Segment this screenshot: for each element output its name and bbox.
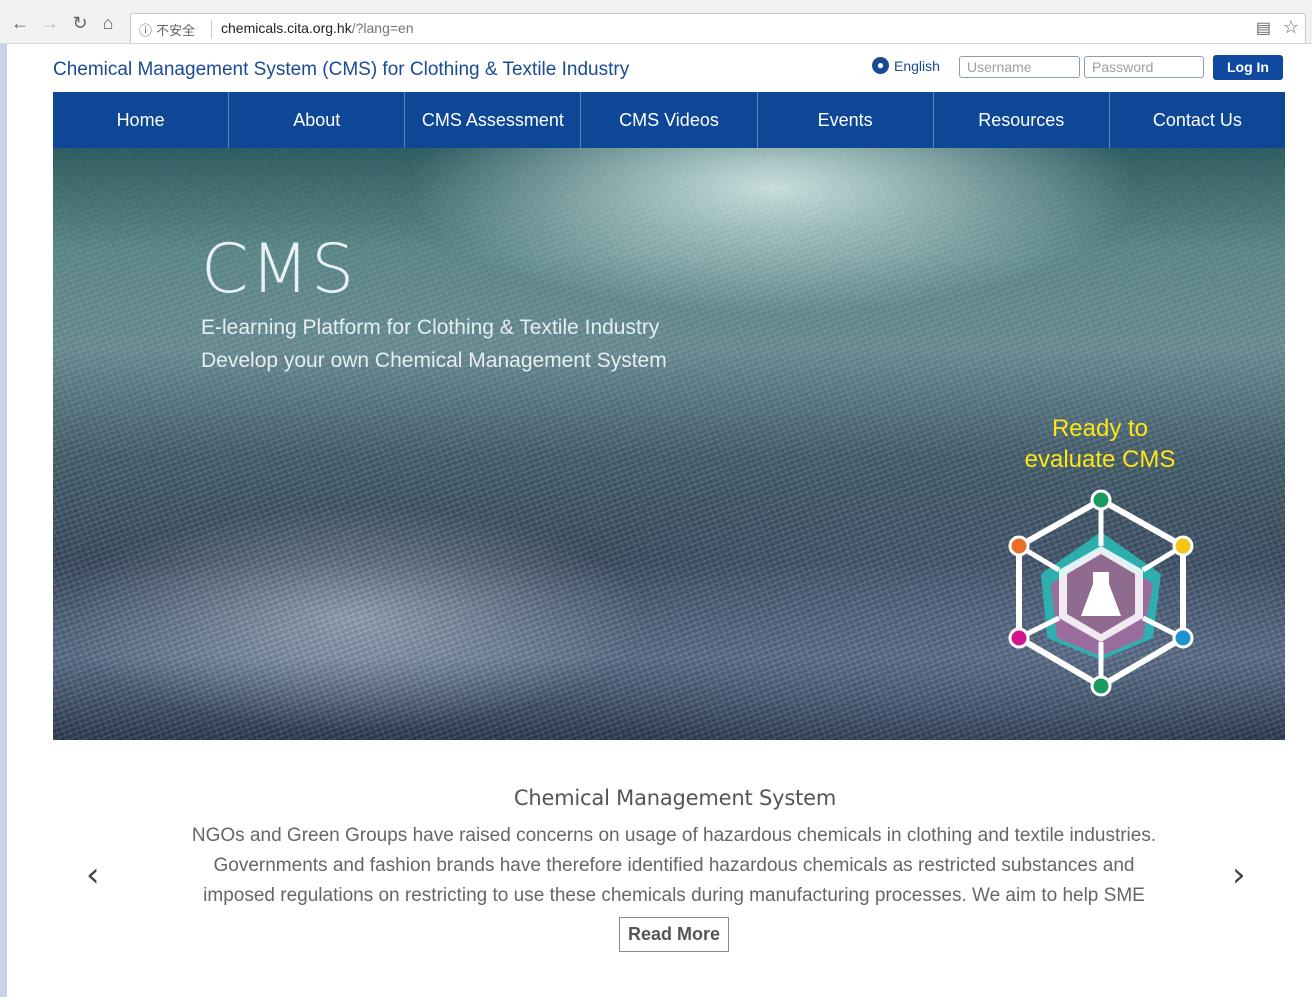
carousel-title: Chemical Management System bbox=[513, 786, 837, 810]
carousel-text: NGOs and Green Groups have raised concer… bbox=[168, 821, 1180, 911]
username-input[interactable] bbox=[959, 56, 1080, 78]
main-nav: Home About CMS Assessment CMS Videos Eve… bbox=[53, 92, 1285, 148]
cms-assessment-badge[interactable] bbox=[1003, 488, 1199, 711]
language-selector[interactable]: ● English bbox=[872, 57, 940, 74]
bookmark-star-icon[interactable]: ☆ bbox=[1283, 17, 1299, 38]
read-more-button[interactable]: Read More bbox=[619, 917, 729, 952]
carousel-text-line-1: NGOs and Green Groups have raised concer… bbox=[191, 825, 1157, 846]
home-icon[interactable]: ⌂ bbox=[98, 13, 118, 33]
nav-item-resources[interactable]: Resources bbox=[934, 92, 1110, 148]
hero-subtitle-2: Develop your own Chemical Management Sys… bbox=[201, 349, 667, 372]
nav-item-events[interactable]: Events bbox=[758, 92, 934, 148]
nav-item-about[interactable]: About bbox=[229, 92, 406, 148]
language-label: English bbox=[894, 57, 940, 74]
hero-heading: CMS bbox=[201, 230, 357, 309]
back-icon[interactable]: ← bbox=[10, 13, 30, 33]
site-title[interactable]: Chemical Management System (CMS) for Clo… bbox=[53, 59, 629, 81]
carousel-next-icon[interactable]: › bbox=[1232, 858, 1246, 892]
cta-line-2: evaluate CMS bbox=[1024, 446, 1176, 473]
url-path: /?lang=en bbox=[351, 20, 414, 36]
carousel-text-line-2: Governments and fashion brands have ther… bbox=[213, 855, 1135, 876]
window-edge bbox=[0, 0, 7, 997]
evaluate-cms-link[interactable]: Ready to evaluate CMS bbox=[1003, 413, 1197, 475]
nav-item-contact-us[interactable]: Contact Us bbox=[1110, 92, 1285, 148]
nav-item-cms-videos[interactable]: CMS Videos bbox=[581, 92, 758, 148]
forward-icon[interactable]: → bbox=[40, 13, 60, 33]
nav-item-home[interactable]: Home bbox=[53, 92, 230, 148]
login-button[interactable]: Log In bbox=[1213, 55, 1283, 80]
password-input[interactable] bbox=[1084, 56, 1204, 78]
hero-subtitle-1: E-learning Platform for Clothing & Texti… bbox=[201, 316, 660, 339]
reload-icon[interactable]: ↻ bbox=[70, 13, 90, 33]
url-host: chemicals.cita.org.hk bbox=[221, 20, 352, 36]
nav-item-cms-assessment[interactable]: CMS Assessment bbox=[405, 92, 582, 148]
security-indicator[interactable]: ⓘ 不安全 bbox=[139, 20, 195, 39]
address-bar[interactable]: ⓘ 不安全 chemicals.cita.org.hk/?lang=en ▤ ☆ bbox=[130, 13, 1306, 43]
flask-hexagon-icon bbox=[1008, 489, 1194, 697]
hero-banner: CMS E-learning Platform for Clothing & T… bbox=[53, 148, 1285, 740]
browser-toolbar: ← → ↻ ⌂ ⓘ 不安全 chemicals.cita.org.hk/?lan… bbox=[0, 0, 1312, 44]
cta-line-1: Ready to bbox=[1051, 415, 1149, 442]
carousel-prev-icon[interactable]: ‹ bbox=[86, 858, 100, 892]
globe-icon: ● bbox=[872, 57, 889, 74]
address-separator bbox=[211, 20, 212, 38]
url-text[interactable]: chemicals.cita.org.hk/?lang=en bbox=[221, 20, 414, 36]
carousel-text-line-3: imposed regulations on restricting to us… bbox=[203, 885, 1145, 906]
translate-icon[interactable]: ▤ bbox=[1256, 18, 1271, 38]
